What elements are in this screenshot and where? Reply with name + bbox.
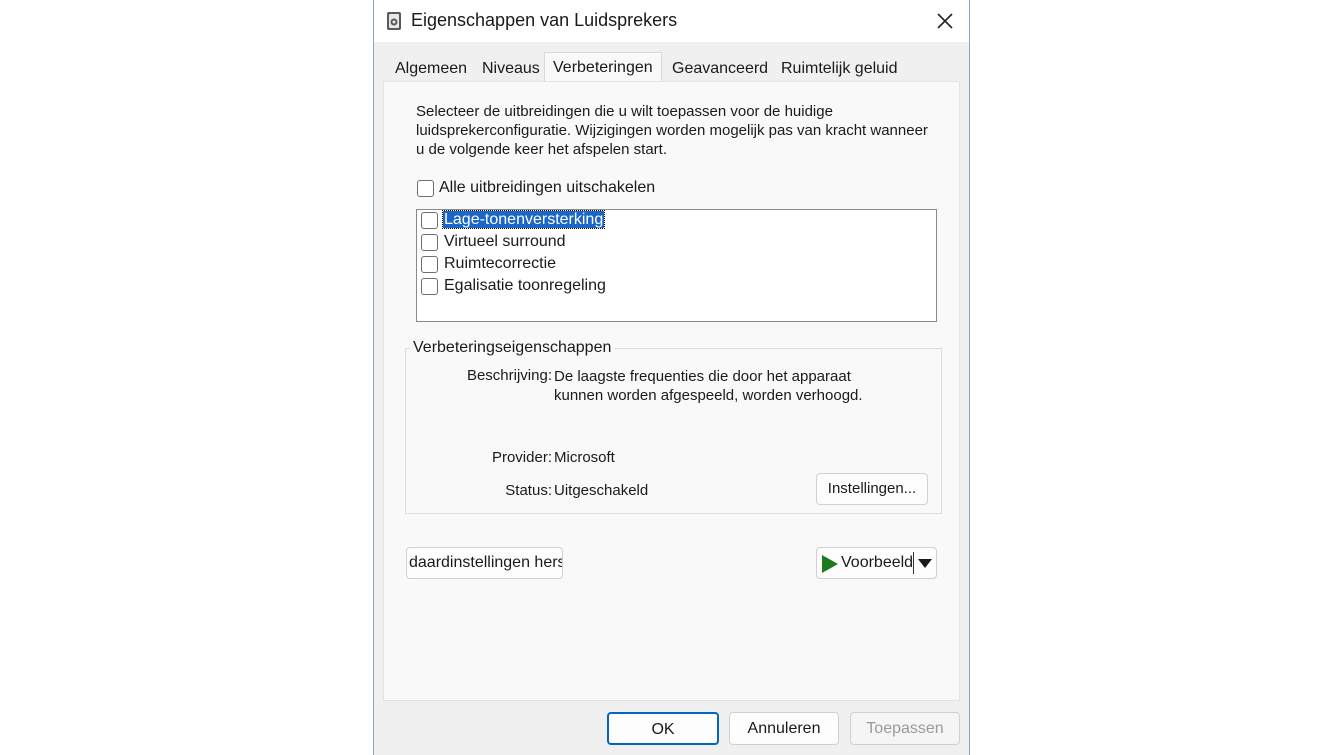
- enhancement-label[interactable]: Ruimtecorrectie: [444, 255, 556, 273]
- intro-text: Selecteer de uitbreidingen die u wilt to…: [416, 103, 928, 158]
- tab-niveaus[interactable]: Niveaus: [474, 56, 548, 82]
- enhancement-checkbox[interactable]: [421, 212, 438, 229]
- properties-dialog: Eigenschappen van Luidsprekers Algemeen …: [373, 0, 970, 755]
- enhancements-panel: Selecteer de uitbreidingen die u wilt to…: [383, 81, 960, 701]
- ok-button[interactable]: OK: [607, 712, 719, 745]
- preview-button[interactable]: Voorbeeld: [816, 547, 937, 579]
- disable-all-checkbox[interactable]: [417, 180, 434, 197]
- properties-group: Verbeteringseigenschappen Beschrijving: …: [405, 339, 942, 514]
- tab-geavanceerd[interactable]: Geavanceerd: [664, 56, 776, 82]
- provider-label: Provider:: [491, 449, 552, 466]
- settings-button[interactable]: Instellingen...: [816, 473, 928, 505]
- title-bar: Eigenschappen van Luidsprekers: [374, 0, 969, 42]
- preview-label: Voorbeeld: [841, 554, 914, 571]
- tab-algemeen[interactable]: Algemeen: [387, 56, 475, 82]
- enhancement-label[interactable]: Virtueel surround: [444, 233, 566, 251]
- status-value: Uitgeschakeld: [554, 482, 649, 499]
- speaker-icon: [387, 12, 401, 30]
- split-divider: [913, 552, 914, 574]
- description-label: Beschrijving:: [466, 367, 552, 384]
- window-title: Eigenschappen van Luidsprekers: [411, 10, 678, 30]
- disable-all-label[interactable]: Alle uitbreidingen uitschakelen: [439, 179, 655, 197]
- close-button[interactable]: [930, 8, 960, 34]
- enhancement-checkbox[interactable]: [421, 278, 438, 295]
- enhancement-label[interactable]: Lage-tonenversterking: [441, 210, 606, 229]
- enhancement-label-selected[interactable]: Lage-tonenversterking: [441, 210, 606, 229]
- enhancement-checkbox[interactable]: [421, 234, 438, 251]
- dropdown-arrow-icon[interactable]: [917, 558, 933, 570]
- restore-defaults-button[interactable]: daardinstellingen herst: [406, 547, 563, 579]
- properties-legend: Verbeteringseigenschappen: [410, 339, 615, 357]
- enhancement-checkbox[interactable]: [421, 256, 438, 273]
- enhancement-label[interactable]: Egalisatie toonregeling: [444, 277, 606, 295]
- tab-verbeteringen[interactable]: Verbeteringen: [544, 52, 662, 83]
- close-icon: [937, 13, 953, 29]
- enhancements-list[interactable]: Lage-tonenversterking Virtueel surround …: [416, 209, 937, 322]
- provider-value: Microsoft: [554, 449, 615, 466]
- status-label: Status:: [505, 482, 552, 499]
- apply-button[interactable]: Toepassen: [850, 712, 960, 745]
- description-value: De laagste frequenties die door het appa…: [554, 368, 863, 404]
- tab-ruimtelijk-geluid[interactable]: Ruimtelijk geluid: [773, 56, 906, 82]
- play-icon: [822, 555, 838, 573]
- cancel-button[interactable]: Annuleren: [729, 712, 839, 745]
